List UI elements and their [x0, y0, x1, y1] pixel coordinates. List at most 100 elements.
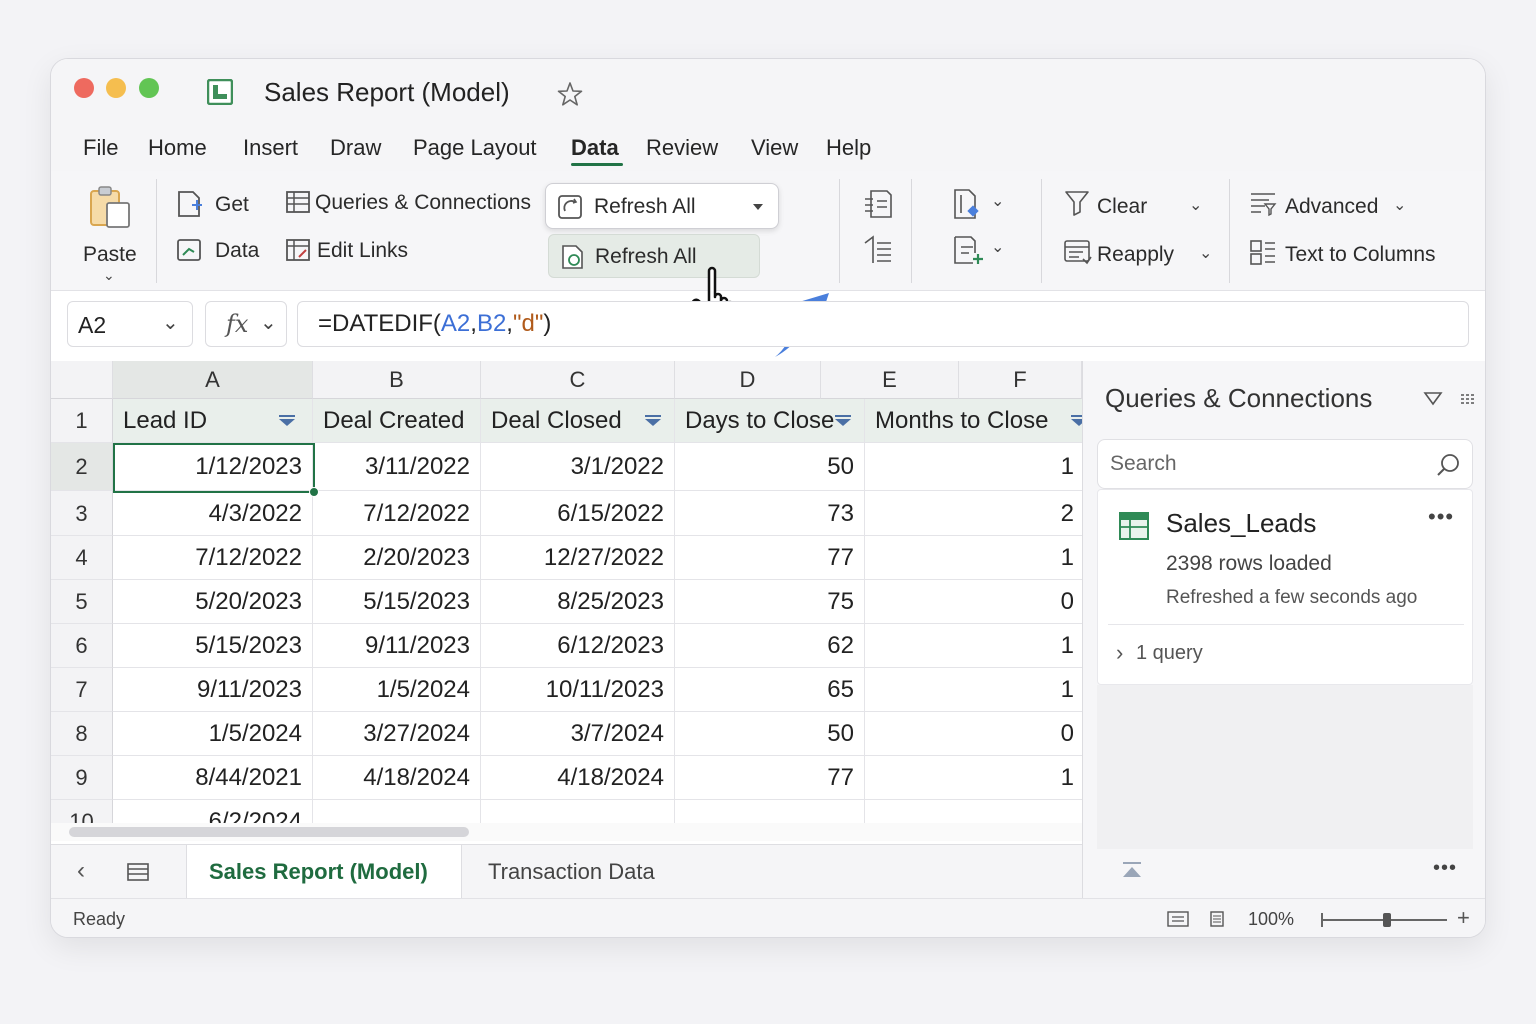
chevron-down-icon[interactable]: ⌄: [162, 310, 179, 335]
table-cell[interactable]: 50: [675, 443, 865, 491]
table-cell[interactable]: 7/12/2022: [113, 536, 313, 580]
name-box[interactable]: A2 ⌄: [67, 301, 193, 347]
table-cell[interactable]: 62: [675, 624, 865, 668]
row-header[interactable]: 5: [51, 580, 113, 624]
table-cell[interactable]: 8/44/2021: [113, 756, 313, 800]
column-header-f[interactable]: F: [959, 361, 1082, 399]
dropdown-arrow-icon[interactable]: [752, 203, 764, 211]
table-cell[interactable]: 4/18/2024: [481, 756, 675, 800]
text-to-columns-button[interactable]: Text to Columns: [1249, 235, 1449, 271]
pane-options-icon[interactable]: [1423, 391, 1443, 407]
table-cell[interactable]: 75: [675, 580, 865, 624]
zoom-out-icon[interactable]: [1321, 913, 1323, 927]
table-cell[interactable]: 5/15/2023: [113, 624, 313, 668]
previous-sheet-icon[interactable]: ‹: [77, 857, 85, 885]
filter-dropdown-icon[interactable]: [835, 419, 851, 426]
table-cell[interactable]: 2: [865, 491, 1082, 536]
sort-descending-icon[interactable]: [861, 233, 895, 267]
table-cell[interactable]: 50: [675, 712, 865, 756]
queries-connections-button[interactable]: Queries & Connections: [285, 185, 541, 219]
row-header[interactable]: 8: [51, 712, 113, 756]
column-header-a[interactable]: A: [113, 361, 313, 399]
table-cell[interactable]: 77: [675, 536, 865, 580]
horizontal-scrollbar[interactable]: [69, 827, 469, 837]
table-cell[interactable]: 0: [865, 580, 1082, 624]
table-cell[interactable]: 1/5/2024: [113, 712, 313, 756]
table-cell[interactable]: 77: [675, 756, 865, 800]
table-cell[interactable]: 1/12/2023: [113, 443, 313, 491]
menu-help[interactable]: Help: [826, 135, 871, 161]
table-cell[interactable]: 2/20/2023: [313, 536, 481, 580]
zoom-slider-thumb[interactable]: [1383, 913, 1391, 927]
filter-dropdown-icon[interactable]: [279, 419, 295, 426]
query-group[interactable]: 1 query: [1136, 642, 1203, 665]
clear-filter-button[interactable]: Clear ⌄: [1063, 187, 1213, 223]
refresh-all-button[interactable]: Refresh All: [545, 183, 779, 229]
menu-view[interactable]: View: [751, 135, 798, 161]
table-cell[interactable]: 3/1/2022: [481, 443, 675, 491]
zoom-in-icon[interactable]: +: [1457, 905, 1470, 931]
header-cell[interactable]: Months to Close: [865, 399, 1082, 443]
table-cell[interactable]: 1: [865, 668, 1082, 712]
get-data-button[interactable]: Get: [175, 187, 265, 221]
menu-insert[interactable]: Insert: [243, 135, 298, 161]
table-cell[interactable]: 1/5/2024: [313, 668, 481, 712]
star-icon[interactable]: [557, 81, 583, 107]
menu-review[interactable]: Review: [646, 135, 718, 161]
chevron-right-icon[interactable]: ›: [1116, 640, 1123, 666]
sheet-tab-sales-report[interactable]: Sales Report (Model): [186, 845, 462, 899]
sheet-list-icon[interactable]: [127, 863, 149, 881]
spreadsheet-grid[interactable]: A B C D E F 1 Lead ID Deal Created Deal Closed Day…: [51, 361, 1082, 827]
table-cell[interactable]: 1: [865, 443, 1082, 491]
data-validation-button[interactable]: ⌄: [951, 187, 1011, 223]
maximize-window-button[interactable]: [139, 78, 159, 98]
paste-button[interactable]: Paste ⌄: [71, 177, 147, 283]
table-cell[interactable]: 4/3/2022: [113, 491, 313, 536]
menu-draw[interactable]: Draw: [330, 135, 381, 161]
select-all-corner[interactable]: [51, 361, 113, 399]
column-header-b[interactable]: B: [313, 361, 481, 399]
more-options-icon[interactable]: •••: [1428, 504, 1454, 530]
menu-home[interactable]: Home: [148, 135, 207, 161]
table-cell[interactable]: 3/7/2024: [481, 712, 675, 756]
normal-view-icon[interactable]: [1167, 911, 1189, 927]
pane-close-icon[interactable]: [1459, 391, 1477, 407]
edit-links-button[interactable]: Edit Links: [285, 233, 425, 267]
table-cell[interactable]: 9/11/2023: [113, 668, 313, 712]
table-cell[interactable]: 4/18/2024: [313, 756, 481, 800]
fill-handle[interactable]: [309, 487, 319, 497]
table-cell[interactable]: 5/20/2023: [113, 580, 313, 624]
search-icon[interactable]: [1436, 452, 1462, 478]
advanced-filter-button[interactable]: Advanced ⌄: [1249, 187, 1419, 223]
table-cell[interactable]: 1: [865, 536, 1082, 580]
sort-ascending-icon[interactable]: [861, 187, 895, 221]
minimize-window-button[interactable]: [106, 78, 126, 98]
reapply-button[interactable]: Reapply ⌄: [1063, 235, 1223, 271]
sheet-tab-transaction-data[interactable]: Transaction Data: [488, 859, 655, 885]
column-header-d[interactable]: D: [675, 361, 821, 399]
consolidate-button[interactable]: ⌄: [951, 233, 1011, 269]
insert-function-button[interactable]: fx ⌄: [205, 301, 287, 347]
close-window-button[interactable]: [74, 78, 94, 98]
row-header[interactable]: 6: [51, 624, 113, 668]
table-cell[interactable]: 6/12/2023: [481, 624, 675, 668]
table-cell[interactable]: 6/15/2022: [481, 491, 675, 536]
query-card[interactable]: Sales_Leads ••• 2398 rows loaded Refresh…: [1097, 489, 1473, 685]
row-header[interactable]: 2: [51, 443, 113, 491]
data-button[interactable]: Data: [175, 233, 285, 267]
page-layout-view-icon[interactable]: [1209, 911, 1225, 927]
table-cell[interactable]: 12/27/2022: [481, 536, 675, 580]
table-cell[interactable]: 73: [675, 491, 865, 536]
menu-page-layout[interactable]: Page Layout: [413, 135, 537, 161]
formula-input[interactable]: =DATEDIF(A2,B2,"d"): [297, 301, 1469, 347]
table-cell[interactable]: 5/15/2023: [313, 580, 481, 624]
table-cell[interactable]: 1: [865, 624, 1082, 668]
table-cell[interactable]: 9/11/2023: [313, 624, 481, 668]
header-cell[interactable]: Deal Created: [313, 399, 481, 443]
table-cell[interactable]: 0: [865, 712, 1082, 756]
filter-dropdown-icon[interactable]: [1071, 419, 1082, 426]
filter-dropdown-icon[interactable]: [645, 419, 661, 426]
table-cell[interactable]: 1: [865, 756, 1082, 800]
row-header[interactable]: 7: [51, 668, 113, 712]
row-header[interactable]: 3: [51, 491, 113, 536]
